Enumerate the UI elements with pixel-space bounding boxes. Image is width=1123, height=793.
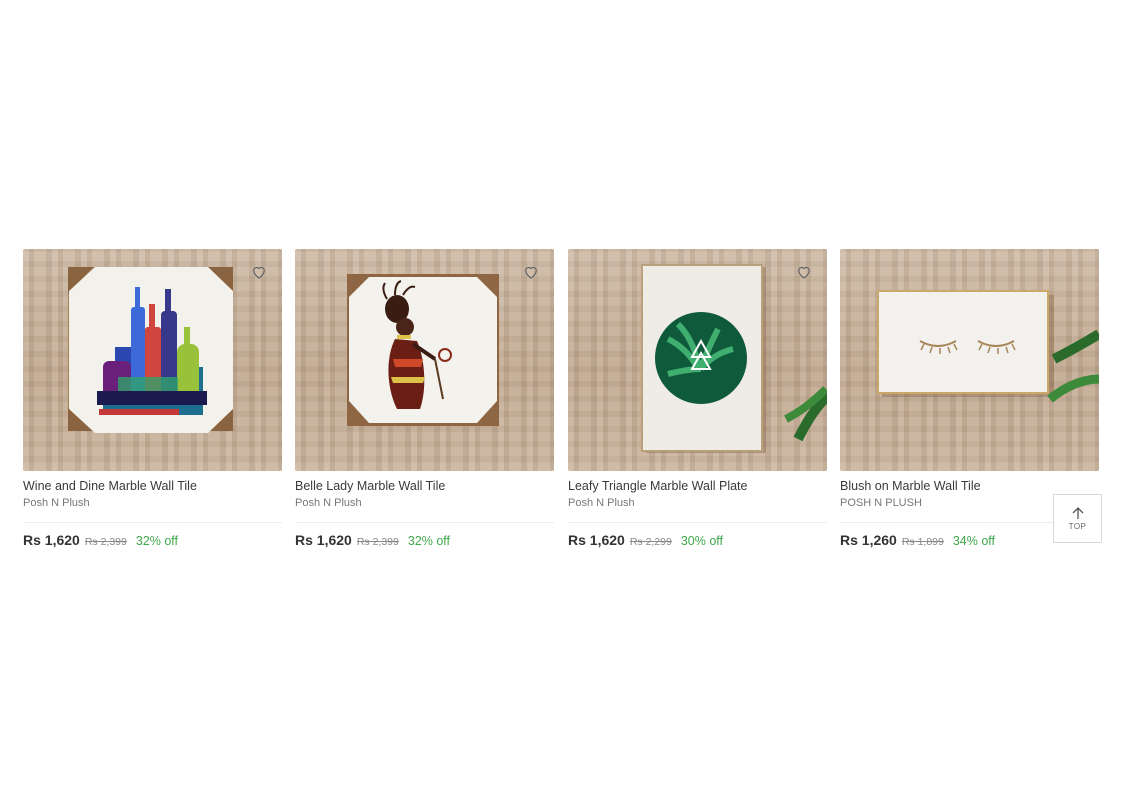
product-price: Rs 1,260 (840, 532, 897, 548)
back-to-top-label: TOP (1068, 522, 1087, 531)
product-card[interactable]: Leafy Triangle Marble Wall Plate Posh N … (568, 249, 827, 548)
product-discount: 30% off (680, 534, 724, 548)
product-brand: Posh N Plush (23, 497, 90, 509)
arrow-up-icon (1072, 507, 1083, 519)
price-row: Rs 1,620 Rs 2,299 30% off (568, 532, 827, 548)
product-title[interactable]: Leafy Triangle Marble Wall Plate (568, 479, 827, 493)
product-price: Rs 1,620 (568, 532, 625, 548)
product-grid: Wine and Dine Marble Wall Tile Posh N Pl… (23, 249, 1101, 559)
product-discount: 32% off (407, 534, 451, 548)
product-price: Rs 1,620 (23, 532, 80, 548)
price-row: Rs 1,620 Rs 2,399 32% off (295, 532, 554, 548)
product-mrp: Rs 1,899 (901, 536, 944, 548)
product-title[interactable]: Blush on Marble Wall Tile (840, 479, 1099, 493)
price-row: Rs 1,620 Rs 2,399 32% off (23, 532, 282, 548)
lady-figure-artwork (347, 274, 499, 426)
wishlist-heart-icon[interactable] (250, 263, 268, 281)
product-image[interactable] (295, 249, 554, 471)
wishlist-heart-icon[interactable] (795, 263, 813, 281)
product-brand: Posh N Plush (295, 497, 362, 509)
divider (295, 522, 554, 523)
divider (568, 522, 827, 523)
divider (23, 522, 282, 523)
wine-bottles-artwork (68, 267, 233, 433)
product-title[interactable]: Belle Lady Marble Wall Tile (295, 479, 554, 493)
product-discount: 32% off (135, 534, 179, 548)
product-mrp: Rs 2,399 (356, 536, 399, 548)
product-brand: Posh N Plush (568, 497, 635, 509)
leafy-circle-artwork (641, 264, 827, 453)
product-mrp: Rs 2,299 (629, 536, 672, 548)
product-title[interactable]: Wine and Dine Marble Wall Tile (23, 479, 282, 493)
back-to-top-button[interactable]: TOP (1053, 494, 1102, 543)
eyelashes-artwork (877, 290, 1099, 403)
product-card[interactable]: Wine and Dine Marble Wall Tile Posh N Pl… (23, 249, 282, 548)
product-image[interactable] (23, 249, 282, 471)
product-price: Rs 1,620 (295, 532, 352, 548)
product-mrp: Rs 2,399 (84, 536, 127, 548)
product-card[interactable]: Belle Lady Marble Wall Tile Posh N Plush… (295, 249, 554, 548)
product-discount: 34% off (952, 534, 996, 548)
wishlist-heart-icon[interactable] (522, 263, 540, 281)
product-image[interactable] (568, 249, 827, 471)
product-image[interactable] (840, 249, 1099, 471)
